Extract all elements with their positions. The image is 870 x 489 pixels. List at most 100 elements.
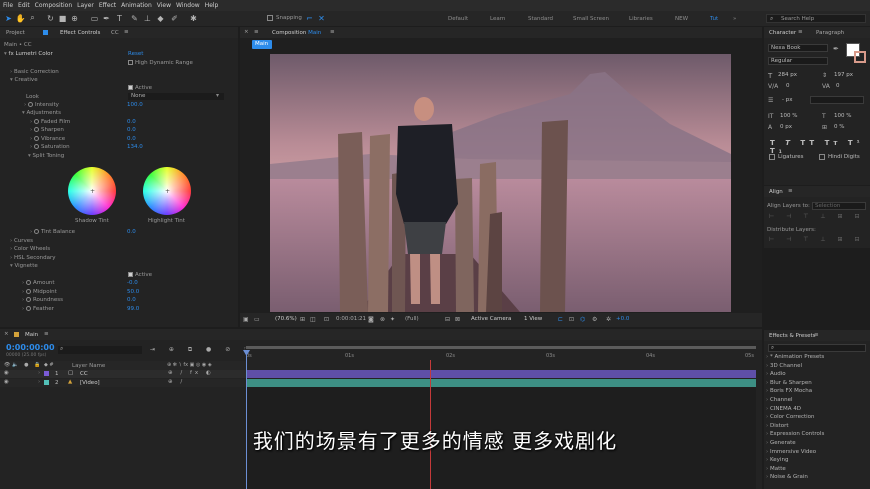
workspace-standard[interactable]: Standard [528,16,553,22]
region-of-interest-icon[interactable]: ⊟ [445,316,450,323]
tint-balance-value[interactable]: 0.0 [127,229,136,235]
tab-character[interactable]: Character [769,30,796,36]
timeline-search-input[interactable]: ⌕ [58,345,142,354]
show-channel-icon[interactable]: ⊗ [380,316,385,323]
kerning-value[interactable]: 0 [786,83,790,89]
timeline-switch-icons[interactable]: ⇥ ⊕ ⧉ ● ⊘ ⬚ [150,346,256,354]
exposure-icon[interactable]: ✲ [606,316,611,323]
layer-bar-cc[interactable] [246,370,756,378]
look-dropdown[interactable]: None ▾ [128,92,224,100]
panel-menu-icon[interactable]: ≡ [798,29,803,35]
tab-effect-controls[interactable]: Effect Controls [60,30,100,36]
panel-menu-icon[interactable]: ≡ [330,29,335,35]
hand-tool-icon[interactable]: ✋ [16,13,26,23]
roundness-value[interactable]: 0.0 [127,297,136,303]
menu-edit[interactable]: Edit [18,2,30,9]
puppet-tool-icon[interactable]: ✱ [189,13,198,23]
search-help-field[interactable]: ⌕ Search Help [766,14,866,23]
camera-tool-icon[interactable]: ■ [58,13,67,23]
intensity-value[interactable]: 100.0 [127,102,143,108]
effects-category[interactable]: › CINEMA 4D [766,406,801,412]
faded-film-value[interactable]: 0.0 [127,119,136,125]
stroke-width-value[interactable]: - px [782,97,792,103]
time-ruler[interactable] [246,344,756,360]
font-size-value[interactable]: 284 px [778,72,797,78]
rotate-tool-icon[interactable]: ↻ [46,13,55,23]
workspace-new[interactable]: NEW [675,16,688,22]
leading-value[interactable]: 197 px [834,72,853,78]
vibrance-value[interactable]: 0.0 [127,136,136,142]
close-icon[interactable]: × [244,29,249,35]
menu-layer[interactable]: Layer [77,2,94,9]
tsume-value[interactable]: 0 % [834,124,844,130]
layer-color-label[interactable] [44,380,49,385]
panel-menu-icon[interactable]: ≡ [44,331,49,337]
brush-tool-icon[interactable]: ✎ [130,13,139,23]
font-family-dropdown[interactable]: Nexa Book [768,44,828,52]
tab-composition[interactable]: Composition Main [272,30,321,36]
lock-icon[interactable] [43,30,48,35]
align-buttons[interactable]: ⊢ ⊣ ⊤ ⊥ ⊞ ⊟ [769,213,865,220]
midpoint-value[interactable]: 50.0 [127,289,139,295]
panel-menu-icon[interactable]: ≡ [124,29,129,35]
effects-category[interactable]: › Matte [766,466,786,472]
layer-row[interactable]: ◉ › 2 ▲ [Video] ⊕ ∕ [0,379,246,387]
layer-switches[interactable]: ⊕ ∕ fx ◐ [168,370,214,376]
snap-features-icon[interactable]: ✕ [317,13,326,23]
section-hsl-secondary[interactable]: › HSL Secondary [10,255,56,261]
workspace-small-screen[interactable]: Small Screen [573,16,609,22]
menu-animation[interactable]: Animation [121,2,152,9]
effects-category[interactable]: › Channel [766,397,793,403]
panel-menu-icon[interactable]: ≡ [814,332,819,338]
vertical-scale-value[interactable]: 100 % [780,113,797,119]
font-style-dropdown[interactable]: Regular [768,57,828,65]
close-icon[interactable]: × [4,331,9,337]
layer-color-label[interactable] [44,371,49,376]
eraser-tool-icon[interactable]: ◆ [156,13,165,23]
section-curves[interactable]: › Curves [10,238,33,244]
layer-name[interactable]: [Video] [80,380,100,386]
amount-value[interactable]: -0.0 [127,280,138,286]
menu-window[interactable]: Window [176,2,200,9]
type-tool-icon[interactable]: T [115,13,124,23]
menu-file[interactable]: File [3,2,13,9]
stroke-style-dropdown[interactable] [810,96,864,104]
menu-effect[interactable]: Effect [99,2,116,9]
effects-category[interactable]: › Audio [766,371,786,377]
vignette-active[interactable]: Active [128,272,152,278]
composition-viewer[interactable] [270,54,731,312]
work-area-bar[interactable] [246,346,756,349]
section-color-wheels[interactable]: › Color Wheels [10,246,50,252]
transparency-grid-icon[interactable]: ⊠ [455,316,460,323]
sharpen-value[interactable]: 0.0 [127,127,136,133]
snapshot-icon[interactable]: ▭ [254,316,260,323]
shadow-tint-wheel[interactable]: + [68,167,116,215]
color-picker-icon[interactable]: ✦ [390,316,395,323]
pan-behind-tool-icon[interactable]: ⊕ [70,13,79,23]
workspace-tut[interactable]: Tut [710,16,718,22]
playhead[interactable] [246,352,247,489]
tab-paragraph[interactable]: Paragraph [816,30,844,36]
lock-icon[interactable]: ≡ [254,29,259,35]
clone-stamp-tool-icon[interactable]: ⊥ [143,13,152,23]
effects-category[interactable]: › Boris FX Mocha [766,388,812,394]
comp-sub-tab[interactable]: Main [252,40,272,49]
workspace-default[interactable]: Default [448,16,468,22]
tab-project[interactable]: Project [6,30,25,36]
creative-active[interactable]: Active [128,85,152,91]
layer-name[interactable]: CC [80,371,88,377]
split-toning-row[interactable]: ▾ Split Toning [28,153,64,159]
align-target-dropdown[interactable]: Selection [812,202,866,210]
resolution-dropdown[interactable]: (Full) [405,316,419,322]
visibility-eye-icon[interactable]: ◉ [4,370,9,376]
effects-category[interactable]: › * Animation Presets [766,354,824,360]
roto-brush-tool-icon[interactable]: ✐ [170,13,179,23]
region-icon[interactable]: ⊡ [324,316,329,323]
camera-dropdown[interactable]: Active Camera [471,316,511,322]
distribute-buttons[interactable]: ⊢ ⊣ ⊤ ⊥ ⊞ ⊟ [769,236,865,243]
snapping-checkbox[interactable] [267,15,273,21]
effects-category[interactable]: › Blur & Sharpen [766,380,812,386]
grid-icon[interactable]: ⊞ [300,316,305,323]
workspace-overflow-icon[interactable]: » [733,16,736,22]
layer-expand-icon[interactable]: › [38,379,40,385]
